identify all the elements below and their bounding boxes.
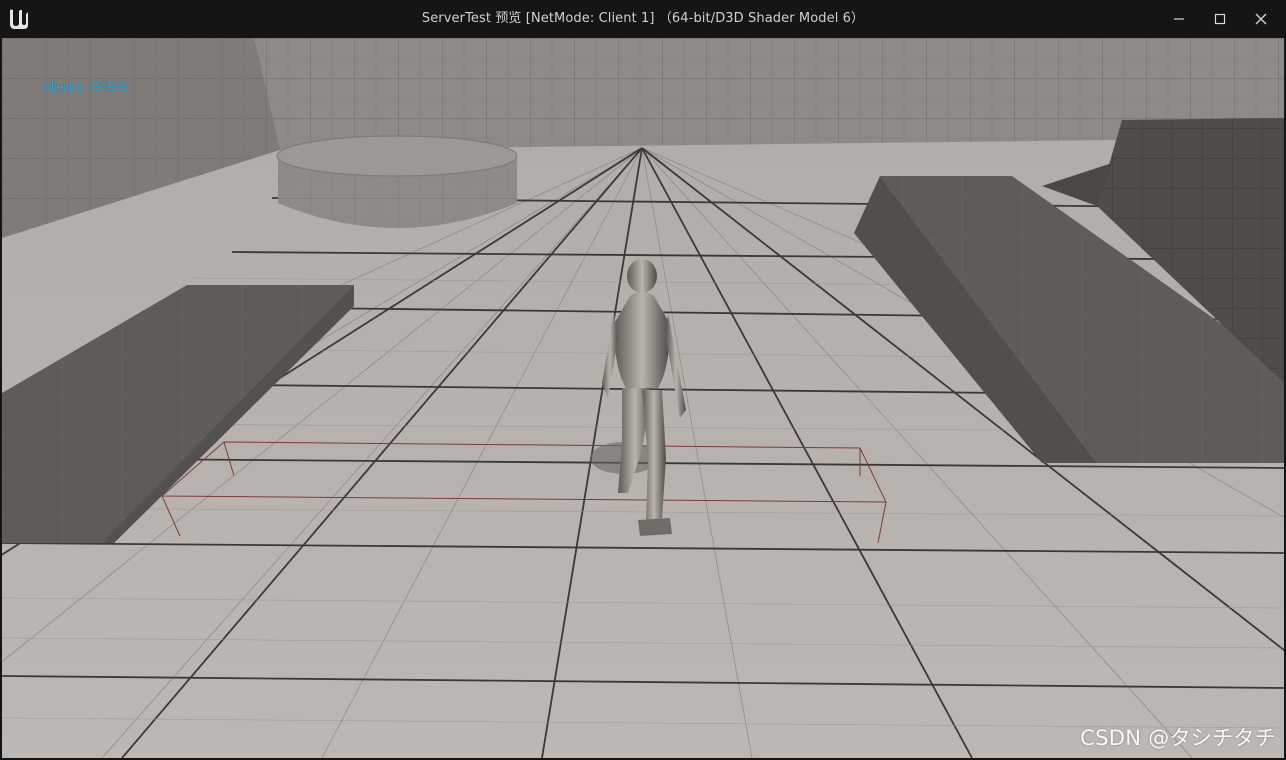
close-icon <box>1255 13 1267 25</box>
client-debug-text: Client 1: 757575 <box>43 82 127 94</box>
minimize-icon <box>1174 18 1184 20</box>
close-button[interactable] <box>1240 0 1282 38</box>
title-bar[interactable]: ServerTest 预览 [NetMode: Client 1] （64-bi… <box>0 0 1286 38</box>
scene-render <box>2 38 1284 758</box>
app-window: ServerTest 预览 [NetMode: Client 1] （64-bi… <box>0 0 1286 760</box>
minimize-button[interactable] <box>1158 0 1200 38</box>
maximize-icon <box>1214 13 1226 25</box>
watermark-text: CSDN @タシチタチ <box>1080 726 1276 750</box>
game-viewport[interactable]: Client 1: 757575 CSDN @タシチタチ <box>2 38 1284 758</box>
window-title: ServerTest 预览 [NetMode: Client 1] （64-bi… <box>421 11 865 26</box>
maximize-button[interactable] <box>1199 0 1241 38</box>
